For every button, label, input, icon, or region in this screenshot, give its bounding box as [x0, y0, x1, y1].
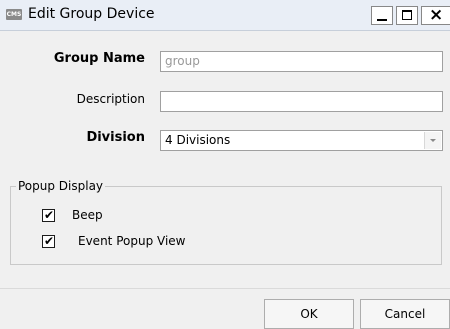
checkmark-icon: ✔ — [44, 234, 55, 248]
app-icon: CMS — [6, 9, 22, 20]
cancel-button[interactable]: Cancel — [360, 299, 450, 329]
footer-divider — [0, 288, 450, 289]
popup-display-title: Popup Display — [16, 179, 106, 193]
division-selected-value: 4 Divisions — [165, 133, 231, 147]
division-label: Division — [86, 130, 145, 145]
popup-display-group — [10, 186, 442, 265]
close-icon: × — [429, 5, 444, 25]
minimize-button[interactable] — [371, 6, 393, 25]
maximize-icon — [402, 10, 412, 20]
close-button[interactable]: × — [421, 5, 450, 25]
division-select[interactable]: 4 Divisions — [160, 130, 443, 151]
event-popup-view-label[interactable]: Event Popup View — [78, 234, 185, 248]
window-title: Edit Group Device — [28, 6, 155, 22]
minimize-icon — [377, 19, 387, 21]
title-bar: CMS Edit Group Device × — [0, 0, 450, 31]
beep-checkbox[interactable]: ✔ — [42, 208, 55, 222]
description-label: Description — [76, 92, 145, 106]
maximize-button[interactable] — [396, 6, 418, 25]
checkmark-icon: ✔ — [44, 208, 55, 222]
group-name-input[interactable]: group — [160, 51, 443, 72]
description-input[interactable] — [160, 91, 443, 112]
beep-label[interactable]: Beep — [72, 208, 103, 222]
ok-button[interactable]: OK — [264, 299, 354, 329]
chevron-down-icon[interactable] — [424, 132, 441, 149]
event-popup-view-checkbox[interactable]: ✔ — [42, 234, 55, 248]
group-name-label: Group Name — [53, 51, 145, 66]
